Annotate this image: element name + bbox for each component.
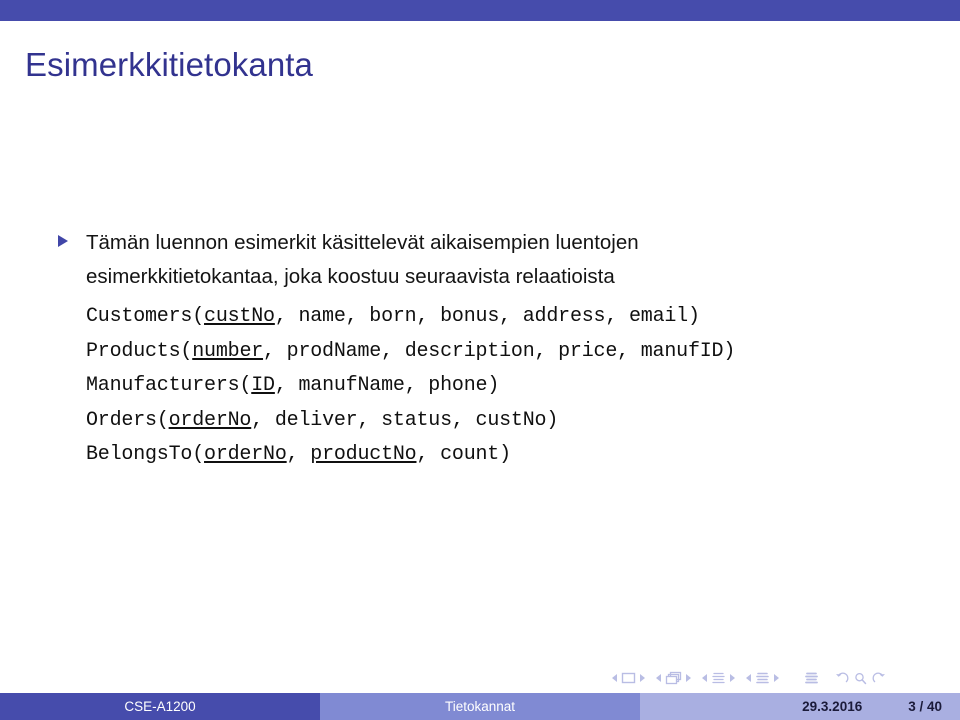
- previous-section-icon[interactable]: [746, 674, 751, 682]
- nav-group-slide[interactable]: [612, 672, 645, 684]
- footer-title: Tietokannat: [320, 693, 640, 720]
- relation-key-attribute: number: [192, 339, 264, 363]
- relation-attribute: born: [369, 305, 417, 328]
- relation-attribute: name: [298, 305, 346, 328]
- beamer-navigation-symbols[interactable]: [612, 666, 942, 690]
- relation-attribute: count: [440, 443, 500, 466]
- forward-icon[interactable]: [872, 672, 886, 685]
- nav-tools[interactable]: [835, 672, 886, 685]
- relation-key-attribute: orderNo: [204, 443, 287, 466]
- relation-attribute: phone: [428, 374, 488, 397]
- relation-line: Products(number, prodName, description, …: [86, 339, 736, 363]
- slide-content: Tämän luennon esimerkit käsittelevät aik…: [0, 226, 960, 473]
- relation-attribute: manufID: [640, 339, 724, 363]
- footer-author: CSE-A1200: [0, 693, 320, 720]
- relation-key-attribute: custNo: [204, 305, 275, 328]
- relation-attribute: custNo: [475, 408, 547, 432]
- relation-attribute: deliver: [274, 408, 358, 432]
- relation-attribute: email: [628, 305, 688, 328]
- nav-group-section[interactable]: [746, 672, 779, 685]
- relation-line: BelongsTo(orderNo, productNo, count): [86, 443, 511, 466]
- nav-group-frame[interactable]: [656, 671, 691, 685]
- footer-page-number: 3 / 40: [908, 699, 942, 714]
- relation-attribute: bonus: [440, 305, 500, 328]
- relation-attribute: address: [522, 305, 606, 328]
- relation-name: Orders: [86, 408, 157, 432]
- relation-name: Manufacturers: [86, 374, 240, 397]
- relation-schema-list: Customers(custNo, name, born, bonus, add…: [0, 300, 960, 473]
- relation-line: Manufacturers(ID, manufName, phone): [86, 374, 500, 397]
- next-subsection-icon[interactable]: [730, 674, 735, 682]
- search-icon[interactable]: [854, 672, 867, 685]
- relation-key-attribute: ID: [251, 374, 275, 397]
- next-section-icon[interactable]: [774, 674, 779, 682]
- subsection-icon[interactable]: [711, 672, 726, 685]
- next-slide-icon[interactable]: [640, 674, 645, 682]
- relation-key-attribute: orderNo: [168, 408, 252, 432]
- relation-key-attribute: productNo: [310, 443, 417, 466]
- footer-meta: 29.3.2016 3 / 40: [640, 693, 960, 720]
- footer-date: 29.3.2016: [802, 699, 863, 714]
- bullet-item-text: Tämän luennon esimerkit käsittelevät aik…: [86, 231, 639, 288]
- relation-attribute: manufName: [298, 374, 405, 397]
- frame-icon[interactable]: [665, 671, 682, 685]
- relation-attribute: prodName: [286, 339, 382, 363]
- relation-name: Products: [86, 339, 181, 363]
- relation-attribute: price: [558, 339, 618, 363]
- previous-frame-icon[interactable]: [656, 674, 661, 682]
- relation-attribute: status: [381, 408, 452, 432]
- bullet-triangle-icon: [58, 235, 68, 247]
- relation-attribute: description: [404, 339, 535, 363]
- page-title: Esimerkkitietokanta: [25, 46, 314, 83]
- bullet-item: Tämän luennon esimerkit käsittelevät aik…: [0, 226, 960, 294]
- relation-line: Orders(orderNo, deliver, status, custNo): [86, 408, 559, 432]
- presentation-icon[interactable]: [804, 672, 819, 685]
- slide-footer: CSE-A1200 Tietokannat 29.3.2016 3 / 40: [0, 693, 960, 720]
- previous-subsection-icon[interactable]: [702, 674, 707, 682]
- previous-slide-icon[interactable]: [612, 674, 617, 682]
- next-frame-icon[interactable]: [686, 674, 691, 682]
- slide-icon[interactable]: [621, 672, 636, 684]
- relation-line: Customers(custNo, name, born, bonus, add…: [86, 305, 700, 328]
- relation-name: Customers: [86, 305, 193, 328]
- section-icon[interactable]: [755, 672, 770, 685]
- back-icon[interactable]: [835, 672, 849, 685]
- relation-name: BelongsTo: [86, 443, 193, 466]
- top-decoration-bar: [0, 0, 960, 21]
- nav-group-subsection[interactable]: [702, 672, 735, 685]
